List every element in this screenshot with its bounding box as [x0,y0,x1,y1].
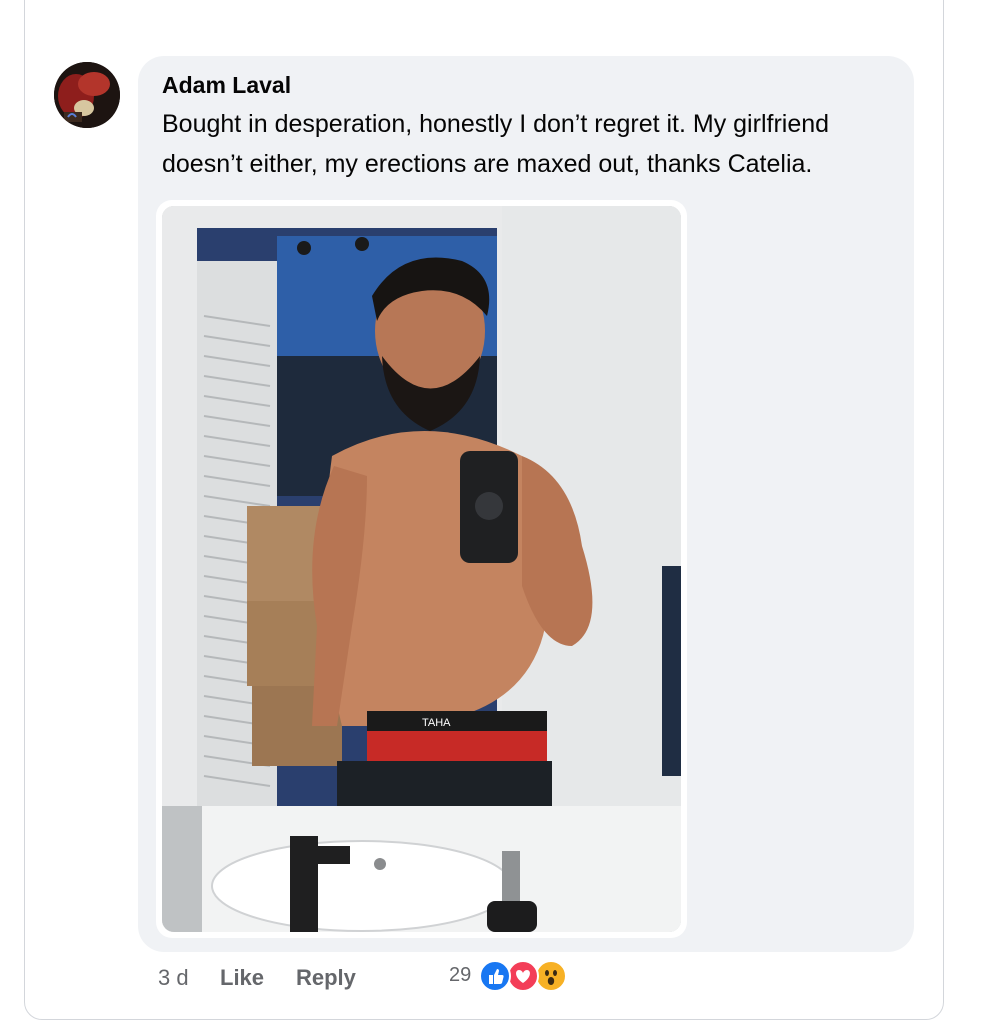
avatar[interactable] [54,62,120,128]
heart-glyph [516,970,530,983]
comment-time[interactable]: 3 d [158,965,189,991]
comment-text: Bought in desperation, honestly I don’t … [162,110,830,178]
mirror-selfie-image: TAHA [162,206,681,932]
like-button[interactable]: Like [220,965,264,991]
waistband-text: TAHA [422,717,451,729]
like-icon[interactable] [479,960,511,992]
wow-icon[interactable] [535,960,567,992]
reaction-count[interactable]: 29 [449,964,471,987]
love-icon[interactable] [507,960,539,992]
avatar-image [54,62,120,128]
comment-photo[interactable]: TAHA [162,206,681,932]
thumbs-up-glyph [489,969,504,984]
comment-author[interactable]: Adam Laval [162,72,291,99]
reply-button[interactable]: Reply [296,965,356,991]
wow-face-glyph [545,970,557,985]
